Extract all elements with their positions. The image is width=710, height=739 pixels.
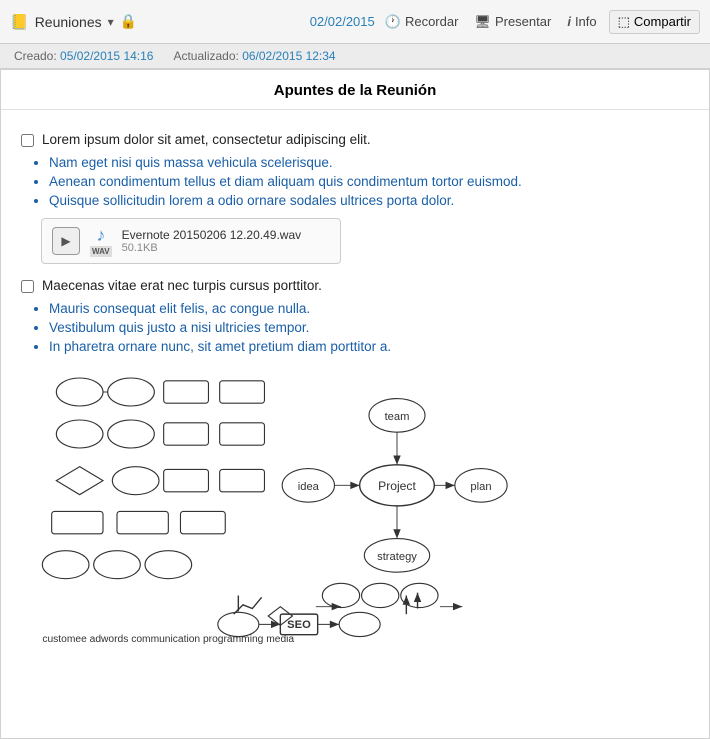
note-title: Apuntes de la Reunión [1,70,709,110]
toolbar-right: ⬚ Compartir [609,10,700,34]
lock-icon: 🔒 [120,13,137,30]
toolbar-left: 📒 Reuniones ▾ 🔒 [10,13,304,31]
svg-text:customee adwords communica: customee adwords communication programmi… [42,634,294,644]
checkbox-2-text: Maecenas vitae erat nec turpis cursus po… [42,278,322,293]
remind-label: Recordar [405,14,458,29]
audio-attachment: ▶ ♪ WAV Evernote 20150206 12.20.49.wav 5… [41,218,341,264]
created-label: Creado: [14,49,57,63]
mindmap-svg: Project team idea plan strategy [21,364,689,644]
list-item: Mauris consequat elit felis, ac congue n… [49,301,689,316]
present-button[interactable]: 🖥 Presentar [468,11,557,33]
svg-text:SEO: SEO [287,619,311,631]
play-button[interactable]: ▶ [52,227,80,255]
share-label: Compartir [634,14,691,29]
remind-icon: 🕐 [385,14,401,30]
checkbox-item-2: Maecenas vitae erat nec turpis cursus po… [21,278,689,293]
notebook-label[interactable]: Reuniones [35,14,102,30]
list-item: Vestibulum quis justo a nisi ultricies t… [49,320,689,335]
attachment-info: Evernote 20150206 12.20.49.wav 50.1KB [122,228,301,254]
dropdown-icon[interactable]: ▾ [108,15,114,29]
toolbar: 📒 Reuniones ▾ 🔒 02/02/2015 🕐 Recordar 🖥 … [0,0,710,44]
svg-text:team: team [385,411,410,423]
svg-text:plan: plan [470,481,491,493]
present-label: Presentar [495,14,551,29]
share-icon: ⬚ [618,14,630,30]
bullet-list-2: Mauris consequat elit felis, ac congue n… [49,301,689,354]
svg-text:idea: idea [298,481,320,493]
bullet-list-1: Nam eget nisi quis massa vehicula sceler… [49,155,689,208]
mindmap-area: Project team idea plan strategy [21,364,689,644]
checkbox-2[interactable] [21,280,34,293]
created-value: 05/02/2015 14:16 [60,49,153,63]
updated-value: 06/02/2015 12:34 [242,49,335,63]
share-button[interactable]: ⬚ Compartir [609,10,700,34]
list-item: Aenean condimentum tellus et diam aliqua… [49,174,689,189]
checkbox-item-1: Lorem ipsum dolor sit amet, consectetur … [21,132,689,147]
music-note-icon: ♪ [96,225,105,246]
info-button[interactable]: i Info [561,11,602,32]
list-item: In pharetra ornare nunc, sit amet pretiu… [49,339,689,354]
checkbox-1-text: Lorem ipsum dolor sit amet, consectetur … [42,132,371,147]
attachment-size: 50.1KB [122,242,301,254]
note-body: Lorem ipsum dolor sit amet, consectetur … [1,110,709,656]
note-content: Apuntes de la Reunión Lorem ipsum dolor … [0,69,710,739]
list-item: Nam eget nisi quis massa vehicula sceler… [49,155,689,170]
remind-button[interactable]: 🕐 Recordar [379,11,465,33]
note-date: 02/02/2015 [310,14,375,29]
list-item: Quisque sollicitudin lorem a odio ornare… [49,193,689,208]
toolbar-center: 02/02/2015 🕐 Recordar 🖥 Presentar i Info [310,11,603,33]
wav-icon: ♪ WAV [90,225,112,257]
svg-text:strategy: strategy [377,551,417,563]
updated-label: Actualizado: [173,49,238,63]
checkbox-1[interactable] [21,134,34,147]
info-label: Info [575,14,597,29]
wav-label: WAV [90,246,112,257]
info-icon: i [567,14,571,29]
attachment-name: Evernote 20150206 12.20.49.wav [122,228,301,242]
present-icon: 🖥 [474,14,491,30]
svg-text:Project: Project [378,479,416,493]
notebook-icon: 📒 [10,13,29,31]
sub-header: Creado: 05/02/2015 14:16 Actualizado: 06… [0,44,710,69]
